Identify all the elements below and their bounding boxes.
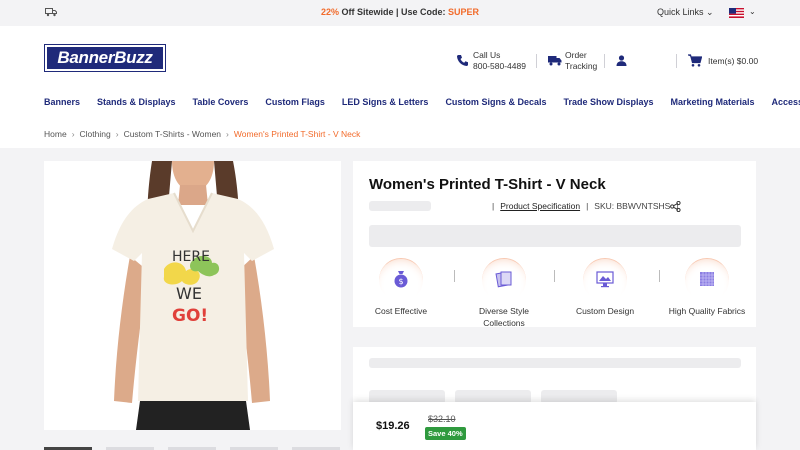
share-icon[interactable] xyxy=(670,201,681,212)
nav-item-led-signs[interactable]: LED Signs & Letters xyxy=(342,97,429,107)
chevron-right-icon: › xyxy=(71,129,75,139)
phone-icon xyxy=(457,55,468,66)
nav-item-marketing[interactable]: Marketing Materials xyxy=(671,97,755,107)
nav-item-trade-show[interactable]: Trade Show Displays xyxy=(563,97,653,107)
chevron-right-icon: › xyxy=(226,129,229,139)
nav-item-custom-signs[interactable]: Custom Signs & Decals xyxy=(445,97,546,107)
shopping-cart-icon[interactable] xyxy=(688,54,702,67)
loading-placeholder xyxy=(369,358,741,368)
chevron-right-icon: › xyxy=(115,129,119,139)
original-price: $32.10 xyxy=(428,414,456,424)
current-price: $19.26 xyxy=(376,420,410,432)
breadcrumb-current: Women's Printed T-Shirt - V Neck xyxy=(233,129,361,139)
fabric-icon xyxy=(700,272,714,286)
sku-text: SKU: BBWVNTSHS xyxy=(594,201,671,211)
product-spec-link[interactable]: Product Specification xyxy=(500,201,580,211)
site-header: Banner Buzz Call Us 800-580-4489 Order Trac… xyxy=(0,26,800,148)
feature-divider xyxy=(554,270,555,282)
us-flag-icon[interactable] xyxy=(729,8,744,18)
user-account-icon[interactable] xyxy=(616,55,627,66)
country-chevron-icon[interactable]: ⌄ xyxy=(749,7,756,16)
bannerbuzz-logo[interactable]: Banner Buzz xyxy=(44,44,166,72)
quick-links-dropdown[interactable]: Quick Links ⌄ xyxy=(657,7,714,18)
nav-item-banners[interactable]: Banners xyxy=(44,97,80,107)
shirt-print-line2: WE xyxy=(176,284,202,303)
header-divider xyxy=(536,54,537,68)
product-info-panel: Women's Printed T-Shirt - V Neck | Produc… xyxy=(353,161,756,329)
breadcrumb-home[interactable]: Home xyxy=(44,129,67,139)
cart-summary[interactable]: Item(s) $0.00 xyxy=(708,56,758,66)
cards-icon xyxy=(495,271,512,288)
sticky-price-bar: $19.26 $32.10 Save 40% xyxy=(353,402,756,450)
feature-high-quality: High Quality Fabrics xyxy=(667,258,747,317)
promo-bar: 22% Off Sitewide | Use Code: SUPER Quick… xyxy=(0,0,800,26)
nav-item-accessories[interactable]: Accessories xyxy=(772,97,800,107)
monitor-design-icon xyxy=(596,271,614,288)
save-badge: Save 40% xyxy=(425,427,466,440)
breadcrumb: Home › Clothing › Custom T-Shirts - Women › Wo… xyxy=(44,129,360,139)
feature-diverse-style: Diverse Style Collections xyxy=(464,258,544,329)
money-bag-icon: $ xyxy=(394,271,408,288)
main-nav: Banners Stands & Displays Table Covers C… xyxy=(44,97,800,107)
nav-item-table-covers[interactable]: Table Covers xyxy=(193,97,249,107)
shirt-print-line1: HERE xyxy=(172,249,210,265)
chevron-down-icon: ⌄ xyxy=(706,7,714,17)
svg-text:$: $ xyxy=(398,277,403,286)
option-placeholder xyxy=(369,225,741,247)
product-meta: | Product Specification | SKU: BBWVNTSHS | xyxy=(492,201,679,211)
header-divider xyxy=(604,54,605,68)
nav-item-custom-flags[interactable]: Custom Flags xyxy=(265,97,325,107)
product-title: Women's Printed T-Shirt - V Neck xyxy=(369,176,606,193)
delivery-truck-icon xyxy=(548,56,562,66)
rating-placeholder xyxy=(369,201,431,211)
tshirt-model-image: HERE WE GO! xyxy=(44,161,341,430)
product-image[interactable]: HERE WE GO! xyxy=(44,161,341,430)
feature-custom-design: Custom Design xyxy=(565,258,645,317)
feature-divider xyxy=(659,270,660,282)
header-divider xyxy=(676,54,677,68)
feature-divider xyxy=(454,270,455,282)
shirt-print-line3: GO! xyxy=(172,306,208,326)
nav-item-stands-displays[interactable]: Stands & Displays xyxy=(97,97,176,107)
breadcrumb-tshirts-women[interactable]: Custom T-Shirts - Women xyxy=(124,129,221,139)
breadcrumb-clothing[interactable]: Clothing xyxy=(80,129,111,139)
feature-cost-effective: $ Cost Effective xyxy=(361,258,441,317)
